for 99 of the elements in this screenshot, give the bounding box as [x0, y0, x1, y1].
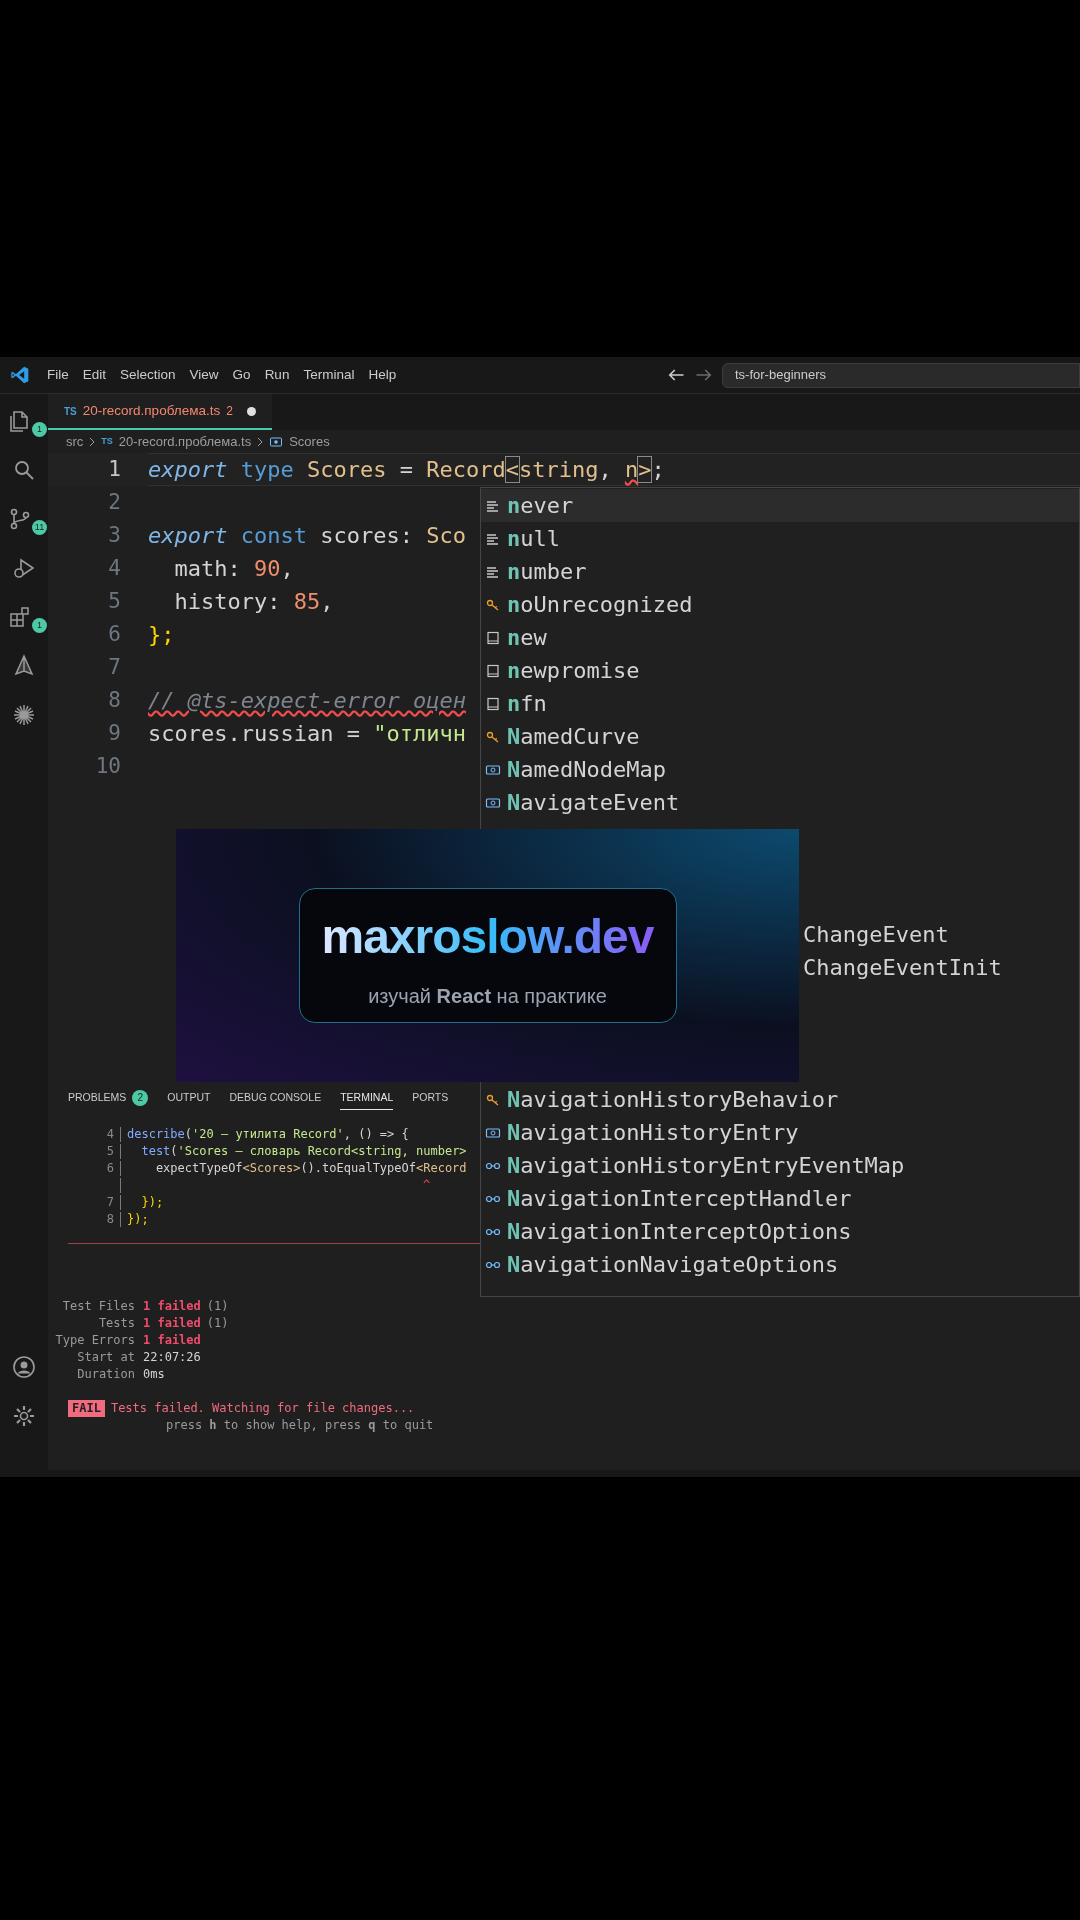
- terminal-line: });: [127, 1211, 149, 1228]
- line-number: 6: [107, 620, 122, 648]
- suggestion-item[interactable]: null: [481, 522, 1079, 555]
- terminal-line: expectTypeOf<Scores>().toEqualTypeOf<Record: [154, 1160, 467, 1177]
- line-number: 8: [105, 1211, 114, 1228]
- square-icon: [485, 695, 501, 712]
- fail-message: Tests failed. Watching for file changes...: [110, 1399, 415, 1417]
- account-icon[interactable]: [12, 1354, 36, 1379]
- search-field[interactable]: ts-for-beginners: [722, 362, 1080, 388]
- square-icon: [485, 662, 501, 679]
- line-number: 2: [107, 488, 122, 516]
- suggestion-item[interactable]: NavigationHistoryBehavior: [481, 1083, 1079, 1116]
- line-number: 3: [107, 521, 122, 549]
- code-line: export const scores: Sco: [148, 522, 466, 550]
- summary-label: Duration: [76, 1366, 135, 1383]
- suggestion-item[interactable]: nfn: [481, 687, 1079, 720]
- suggestion-item[interactable]: never: [481, 489, 1079, 522]
- app-logo-icon: [10, 365, 30, 385]
- typescript-icon: TS: [64, 403, 77, 419]
- code-line: history: 85,: [173, 588, 334, 616]
- suggestion-item[interactable]: NavigationNavigateOptions: [481, 1248, 1079, 1281]
- terminal-line: test('Scores — словарь Record<string, number>: [140, 1143, 467, 1160]
- breadcrumb-item[interactable]: Scores: [289, 431, 330, 452]
- summary-label: Start at: [76, 1349, 135, 1366]
- line-number: 4: [107, 554, 122, 582]
- count-badge: 11: [32, 520, 47, 535]
- panel-tab[interactable]: OUTPUT: [167, 1086, 211, 1110]
- line-number: 5: [107, 587, 122, 615]
- code-line: export type Scores = Record<string, n>;: [148, 456, 665, 484]
- breadcrumb-item[interactable]: 20-record.проблема.ts: [118, 431, 252, 452]
- suggestion-item[interactable]: noUnrecognized: [481, 588, 1079, 621]
- line-number: 4: [105, 1126, 114, 1143]
- code-line: scores.russian = "отличн: [148, 720, 466, 748]
- square-icon: [485, 629, 501, 646]
- summary-value: 1 failed: [143, 1315, 201, 1332]
- line-number: 8: [107, 686, 122, 714]
- suggestion-item[interactable]: ChangeEvent: [801, 918, 1079, 951]
- menu-item[interactable]: Go: [225, 364, 258, 386]
- count-badge: 2: [132, 1090, 149, 1106]
- line-number: 10: [94, 752, 122, 780]
- summary-value: 22:07:26: [143, 1349, 201, 1366]
- summary-label: Tests: [97, 1315, 135, 1332]
- symbol-icon: [269, 434, 284, 449]
- line-number: 5: [105, 1143, 114, 1160]
- suggestion-item[interactable]: new: [481, 621, 1079, 654]
- suggestion-item[interactable]: NavigationHistoryEntry: [481, 1116, 1079, 1149]
- menu-item[interactable]: Selection: [113, 364, 183, 386]
- panel-tab[interactable]: DEBUG CONSOLE: [229, 1086, 322, 1110]
- summary-value: 1 failed: [143, 1332, 201, 1349]
- panel-tab[interactable]: PORTS: [412, 1086, 449, 1110]
- code-line: };: [148, 621, 175, 649]
- summary-value: 1 failed: [143, 1298, 201, 1315]
- problem-count: 2: [226, 403, 233, 420]
- menu-item[interactable]: Terminal: [296, 364, 362, 386]
- summary-count: (1): [206, 1298, 229, 1315]
- suggestion-item[interactable]: NavigationInterceptHandler: [481, 1182, 1079, 1215]
- summary-label: Test Files: [61, 1298, 135, 1315]
- suggestion-item[interactable]: NavigateEvent: [481, 786, 1079, 819]
- asterisk-icon[interactable]: [12, 702, 36, 727]
- line-number: 1: [107, 455, 122, 483]
- line-number: 9: [107, 719, 122, 747]
- panel-tab[interactable]: PROBLEMS 2: [68, 1086, 149, 1110]
- suggestion-item[interactable]: number: [481, 555, 1079, 588]
- breadcrumb-item[interactable]: src: [66, 431, 84, 452]
- editor-tab[interactable]: TS 20-record.проблема.ts 2: [48, 394, 272, 430]
- blocks-icon[interactable]: [8, 604, 32, 629]
- menu-item[interactable]: File: [40, 364, 76, 386]
- line-number: 6: [105, 1160, 114, 1177]
- count-badge: 1: [32, 618, 47, 633]
- suggestion-item[interactable]: newpromise: [481, 654, 1079, 687]
- menu-item[interactable]: Edit: [75, 364, 114, 386]
- suggestion-item[interactable]: NamedNodeMap: [481, 753, 1079, 786]
- code-line: math: 90,: [173, 555, 294, 583]
- summary-value: 0ms: [143, 1366, 165, 1383]
- summary-count: (1): [206, 1315, 229, 1332]
- count-badge: 1: [32, 422, 47, 437]
- promo-subtitle: изучай React на практике: [368, 983, 607, 1009]
- menu-item[interactable]: Run: [257, 364, 297, 386]
- line-number: 7: [107, 653, 122, 681]
- panel-tab[interactable]: TERMINAL: [340, 1086, 394, 1110]
- suggestion-item[interactable]: NavigationHistoryEntryEventMap: [481, 1149, 1079, 1182]
- line-number: 7: [105, 1194, 114, 1211]
- typescript-icon: TS: [101, 434, 113, 449]
- settings-icon[interactable]: [12, 1403, 36, 1428]
- menu-item[interactable]: Help: [361, 364, 404, 386]
- terminal-hint: press h to show help, press q to quit: [166, 1417, 435, 1434]
- suggestion-item[interactable]: NavigationInterceptOptions: [481, 1215, 1079, 1248]
- code-line: // @ts-expect-error оцен: [148, 687, 466, 715]
- suggestion-item[interactable]: ChangeEventInit: [801, 951, 1079, 984]
- menu-item[interactable]: View: [182, 364, 226, 386]
- terminal-line: });: [140, 1194, 164, 1211]
- tab-label: 20-record.проблема.ts: [82, 401, 221, 420]
- fail-badge: FAIL: [68, 1399, 105, 1417]
- terminal-line: describe('20 — утилита Record', () => {: [127, 1126, 409, 1143]
- summary-label: Type Errors: [54, 1332, 135, 1349]
- triangle-icon[interactable]: [12, 653, 36, 678]
- branch-icon[interactable]: [8, 506, 32, 531]
- suggestion-item[interactable]: NamedCurve: [481, 720, 1079, 753]
- error-caret: ^: [423, 1177, 431, 1194]
